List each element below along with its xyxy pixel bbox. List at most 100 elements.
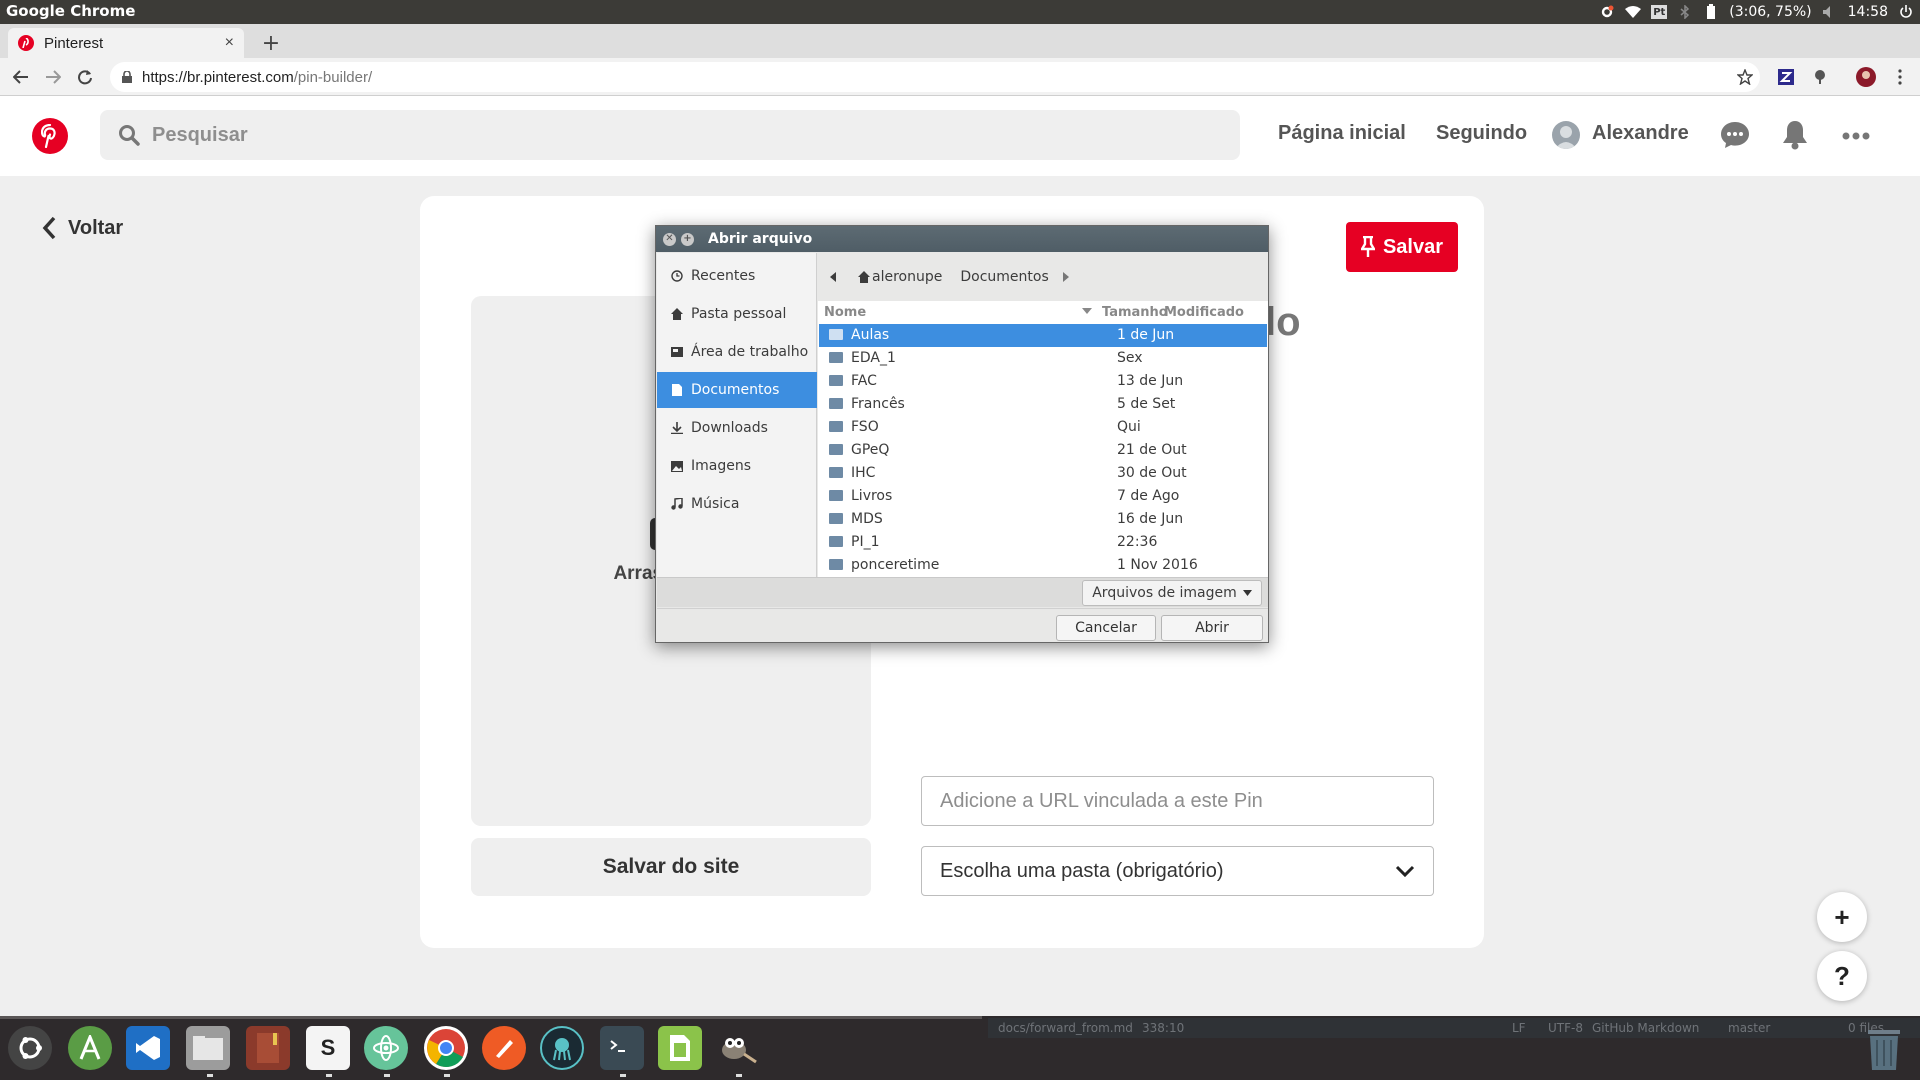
new-tab-button[interactable]: + bbox=[256, 28, 286, 58]
gimp-icon[interactable] bbox=[716, 1026, 760, 1070]
browser-menu-icon[interactable] bbox=[1890, 67, 1910, 87]
file-name: FAC bbox=[851, 373, 877, 389]
terminal-icon[interactable] bbox=[600, 1026, 644, 1070]
status-grammar[interactable]: GitHub Markdown bbox=[1592, 1021, 1699, 1035]
libreoffice-icon[interactable] bbox=[658, 1026, 702, 1070]
address-bar[interactable]: https://br.pinterest.com/pin-builder/ bbox=[110, 62, 1760, 92]
path-segment-label: aleronupe bbox=[872, 269, 943, 285]
place-documentos[interactable]: Documentos bbox=[657, 372, 817, 408]
dialog-maximize-icon[interactable]: + bbox=[681, 232, 694, 246]
extension-icon[interactable] bbox=[1810, 67, 1830, 87]
back-link[interactable]: Voltar bbox=[42, 216, 123, 240]
gitkraken-icon[interactable] bbox=[540, 1026, 584, 1070]
dropdown-arrow-icon bbox=[1242, 590, 1252, 596]
back-arrow-icon[interactable] bbox=[10, 66, 32, 88]
status-branch[interactable]: master bbox=[1728, 1021, 1770, 1035]
tab-close-icon[interactable]: × bbox=[225, 34, 234, 52]
status-file[interactable]: docs/forward_from.md bbox=[998, 1021, 1133, 1035]
help-fab-button[interactable]: ? bbox=[1817, 951, 1867, 1001]
wifi-icon[interactable] bbox=[1625, 4, 1642, 20]
open-button[interactable]: Abrir bbox=[1161, 615, 1263, 641]
file-type-filter[interactable]: Arquivos de imagem bbox=[1082, 580, 1262, 606]
tab-pinterest[interactable]: Pinterest × bbox=[8, 28, 244, 58]
notifications-bell-icon[interactable] bbox=[1782, 120, 1808, 150]
keyboard-layout-indicator[interactable]: Pt bbox=[1651, 5, 1668, 19]
place-label: Recentes bbox=[691, 268, 756, 284]
file-row[interactable]: PI_1 22:36 bbox=[819, 531, 1267, 554]
more-options-icon[interactable] bbox=[1842, 132, 1870, 140]
atom-icon[interactable] bbox=[364, 1026, 408, 1070]
editor-status-bar: docs/forward_from.md 338:10 LF UTF-8 Git… bbox=[988, 1018, 1920, 1038]
file-row[interactable]: Francês 5 de Set bbox=[819, 393, 1267, 416]
chevron-left-icon bbox=[42, 216, 56, 240]
column-size-header[interactable]: Tamanho bbox=[1102, 305, 1168, 320]
place-area-de-trabalho[interactable]: Área de trabalho bbox=[657, 334, 817, 370]
reload-icon[interactable] bbox=[74, 66, 96, 88]
power-icon[interactable] bbox=[1898, 4, 1914, 20]
lock-icon bbox=[122, 71, 132, 83]
place-pasta-pessoal[interactable]: Pasta pessoal bbox=[657, 296, 817, 332]
cancel-button[interactable]: Cancelar bbox=[1056, 615, 1156, 641]
place-recentes[interactable]: Recentes bbox=[657, 258, 817, 294]
nav-profile-link[interactable]: Alexandre bbox=[1592, 122, 1689, 145]
clock[interactable]: 14:58 bbox=[1848, 4, 1888, 20]
bookmark-star-icon[interactable] bbox=[1735, 67, 1755, 87]
bluetooth-icon[interactable] bbox=[1677, 4, 1693, 20]
file-modified: 1 Nov 2016 bbox=[1117, 557, 1198, 573]
path-forward-arrow-icon[interactable] bbox=[1062, 272, 1069, 282]
vscode-icon[interactable] bbox=[126, 1026, 170, 1070]
destination-url-input[interactable]: Adicione a URL vinculada a este Pin bbox=[921, 776, 1434, 826]
save-pin-button[interactable]: Salvar bbox=[1346, 222, 1458, 272]
pin-title-fragment: lo bbox=[1265, 300, 1301, 344]
ubuntu-icon[interactable] bbox=[8, 1026, 52, 1070]
file-row[interactable]: IHC 30 de Out bbox=[819, 462, 1267, 485]
path-segment-home[interactable]: aleronupe bbox=[858, 269, 942, 285]
avatar[interactable] bbox=[1552, 121, 1580, 149]
file-name: FSO bbox=[851, 419, 879, 435]
file-row[interactable]: Livros 7 de Ago bbox=[819, 485, 1267, 508]
board-select[interactable]: Escolha uma pasta (obrigatório) bbox=[921, 846, 1434, 896]
file-row[interactable]: FSO Qui bbox=[819, 416, 1267, 439]
android-studio-icon[interactable] bbox=[68, 1026, 112, 1070]
column-modified-header[interactable]: Modificado bbox=[1164, 305, 1244, 320]
status-line-ending[interactable]: LF bbox=[1512, 1021, 1526, 1035]
zotero-extension-icon[interactable] bbox=[1776, 67, 1796, 87]
file-row[interactable]: ponceretime 1 Nov 2016 bbox=[819, 554, 1267, 577]
battery-icon[interactable] bbox=[1703, 4, 1719, 20]
file-row[interactable]: Aulas 1 de Jun bbox=[819, 324, 1267, 347]
running-indicator bbox=[620, 1074, 626, 1077]
settings-indicator-icon[interactable] bbox=[1599, 4, 1615, 20]
folder-icon bbox=[829, 329, 843, 340]
place-musica[interactable]: Música bbox=[657, 486, 817, 522]
place-downloads[interactable]: Downloads bbox=[657, 410, 817, 446]
place-imagens[interactable]: Imagens bbox=[657, 448, 817, 484]
save-from-site-button[interactable]: Salvar do site bbox=[471, 838, 871, 896]
book-icon[interactable] bbox=[246, 1026, 290, 1070]
file-row[interactable]: MDS 16 de Jun bbox=[819, 508, 1267, 531]
dialog-close-icon[interactable]: ✕ bbox=[663, 232, 676, 246]
volume-icon[interactable] bbox=[1822, 4, 1838, 20]
dialog-titlebar[interactable]: ✕ + Abrir arquivo bbox=[656, 226, 1268, 252]
profile-avatar-icon[interactable] bbox=[1856, 67, 1876, 87]
nav-following-link[interactable]: Seguindo bbox=[1436, 122, 1527, 145]
status-encoding[interactable]: UTF-8 bbox=[1548, 1021, 1583, 1035]
chrome-icon[interactable] bbox=[424, 1026, 468, 1070]
file-row[interactable]: GPeQ 21 de Out bbox=[819, 439, 1267, 462]
path-segment-documentos[interactable]: Documentos bbox=[960, 269, 1048, 285]
file-row[interactable]: FAC 13 de Jun bbox=[819, 370, 1267, 393]
file-list: Nome Tamanho Modificado Aulas 1 de Jun ED… bbox=[818, 301, 1268, 577]
files-icon[interactable] bbox=[186, 1026, 230, 1070]
trash-icon[interactable] bbox=[1866, 1026, 1902, 1070]
pinterest-logo-icon[interactable] bbox=[32, 118, 68, 154]
nav-home-link[interactable]: Página inicial bbox=[1278, 122, 1406, 145]
forward-arrow-icon[interactable] bbox=[42, 66, 64, 88]
add-fab-button[interactable]: + bbox=[1817, 892, 1867, 942]
file-row[interactable]: EDA_1 Sex bbox=[819, 347, 1267, 370]
path-back-arrow-icon[interactable] bbox=[830, 272, 836, 282]
search-input[interactable]: Pesquisar bbox=[100, 110, 1240, 160]
slack-icon[interactable]: S bbox=[306, 1026, 350, 1070]
column-name-header[interactable]: Nome bbox=[824, 305, 866, 320]
messages-icon[interactable] bbox=[1720, 121, 1750, 149]
status-cursor[interactable]: 338:10 bbox=[1142, 1021, 1184, 1035]
postman-icon[interactable] bbox=[482, 1026, 526, 1070]
